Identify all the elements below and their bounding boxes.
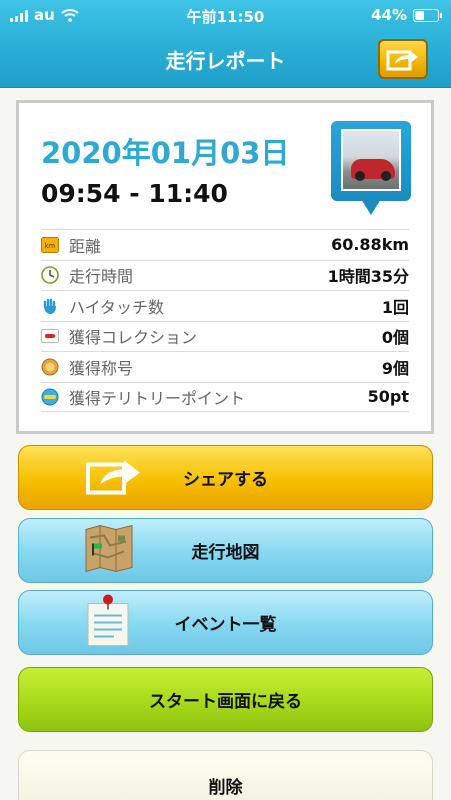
battery-level	[415, 10, 425, 20]
stat-label: 獲得テリトリーポイント	[69, 388, 246, 408]
stat-label: 獲得称号	[69, 358, 134, 378]
stat-value: 9個	[381, 358, 409, 378]
clock-icon	[41, 266, 59, 285]
status-bar: au 午前11:50 44%	[0, 0, 451, 30]
battery-percent: 44%	[371, 6, 407, 24]
report-card: 2020年01月03日 09:54 - 11:40 km 距離 60.88km	[16, 100, 434, 434]
drive-map-label: 走行地図	[191, 543, 260, 563]
delete-button[interactable]: 削除	[18, 750, 433, 800]
svg-text:km: km	[45, 242, 56, 250]
stat-value: 0個	[381, 328, 409, 348]
stat-row-territory: 獲得テリトリーポイント 50pt	[41, 381, 409, 412]
stat-value: 50pt	[367, 387, 409, 407]
stat-row-high-five: ハイタッチ数 1回	[41, 290, 409, 321]
km-icon: km	[41, 236, 59, 254]
stat-value: 1時間35分	[327, 267, 409, 287]
report-time-range: 09:54 - 11:40	[41, 179, 228, 208]
medal-icon	[41, 358, 59, 376]
stat-label: 距離	[69, 236, 102, 256]
car-photo	[341, 129, 401, 191]
stat-label: 走行時間	[69, 267, 134, 287]
stat-row-drive-time: 走行時間 1時間35分	[41, 259, 409, 291]
back-to-start-button[interactable]: スタート画面に戻る	[18, 667, 433, 732]
delete-label: 削除	[208, 777, 243, 798]
event-list-button[interactable]: イベント一覧	[18, 590, 433, 655]
share-button-label: シェアする	[183, 470, 268, 490]
territory-point-icon	[41, 388, 59, 406]
back-to-start-label: スタート画面に戻る	[149, 692, 302, 712]
drive-map-button[interactable]: 走行地図	[18, 518, 433, 583]
stat-label: ハイタッチ数	[69, 297, 165, 317]
share-icon	[84, 454, 146, 501]
stat-label: 獲得コレクション	[69, 328, 198, 348]
collection-card-icon	[41, 327, 59, 345]
status-right: 44%	[371, 6, 442, 24]
photo-frame	[331, 121, 411, 201]
stat-row-distance: km 距離 60.88km	[41, 229, 409, 260]
share-export-icon	[386, 50, 418, 71]
stat-row-collection: 獲得コレクション 0個	[41, 320, 409, 352]
stat-row-titles: 獲得称号 9個	[41, 351, 409, 382]
memo-pin-icon	[84, 593, 134, 652]
event-list-label: イベント一覧	[174, 615, 277, 635]
nav-bar: 走行レポート	[0, 30, 451, 88]
high-five-icon	[41, 297, 59, 315]
battery-icon	[413, 8, 442, 22]
stats-list: km 距離 60.88km 走行時間 1時間35分 ハイタッチ数 1回 獲得コレ…	[41, 229, 409, 412]
photo-pin[interactable]	[331, 121, 411, 221]
report-date: 2020年01月03日	[41, 136, 290, 170]
pin-pointer	[361, 199, 381, 215]
stat-value: 60.88km	[331, 235, 409, 255]
share-button[interactable]: シェアする	[18, 445, 433, 510]
stat-value: 1回	[381, 297, 409, 317]
map-icon	[84, 523, 134, 578]
share-export-button[interactable]	[378, 39, 428, 79]
